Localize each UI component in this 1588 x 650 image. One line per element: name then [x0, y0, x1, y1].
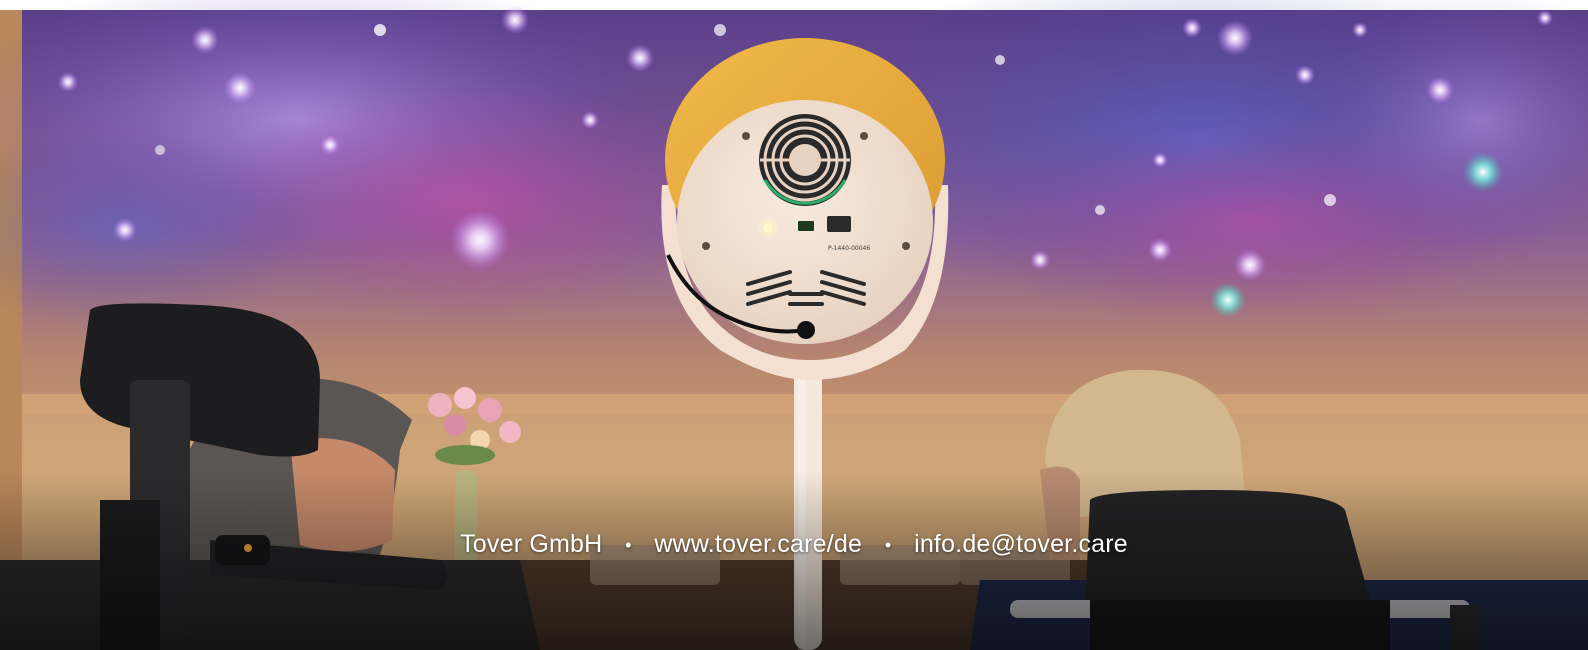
footer-separator-2: • [884, 534, 892, 555]
fan-grille-icon [759, 114, 851, 206]
footer-separator-1: • [625, 534, 632, 555]
footer-email-link[interactable]: info.de@tover.care [914, 530, 1128, 559]
footer-contact-line: Tover GmbH • www.tover.care/de • info.de… [0, 522, 1588, 566]
photo-stage: P-1440-00046 Tover GmbH • www.tover.care… [0, 0, 1588, 650]
device-serial-label: P-1440-00046 [828, 245, 870, 252]
footer-company: Tover GmbH [460, 529, 603, 558]
ethernet-port-icon [827, 216, 851, 232]
footer-website-link[interactable]: www.tover.care/de [654, 530, 862, 559]
power-jack-icon [797, 321, 815, 339]
usb-port-icon [798, 221, 814, 231]
